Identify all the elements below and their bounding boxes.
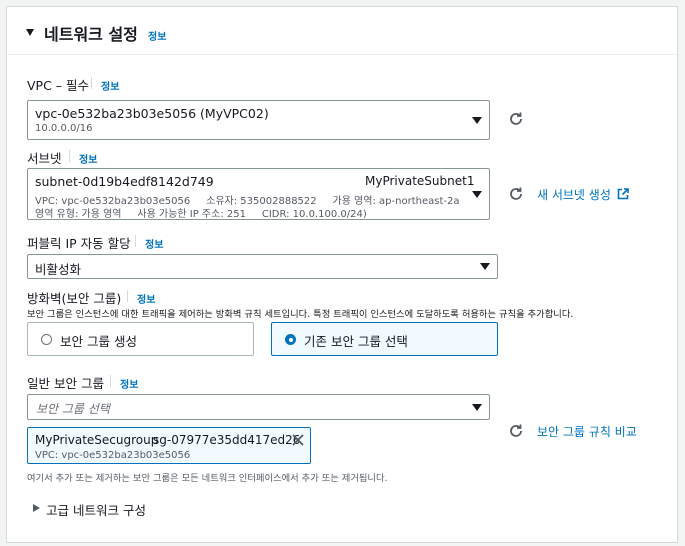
caret-right-icon[interactable] — [33, 504, 40, 512]
external-link-icon — [617, 188, 629, 200]
security-group-placeholder: 보안 그룹 선택 — [36, 402, 110, 416]
common-sg-info-link[interactable]: 정보 — [120, 376, 138, 391]
subnet-details-line3: 영역 유형: 가용 영역 사용 가능한 IP 주소: 251 CIDR: 10.… — [35, 209, 367, 220]
common-sg-info-separator — [110, 375, 111, 387]
public-ip-info-link[interactable]: 정보 — [145, 236, 163, 251]
radio-selected-icon[interactable] — [285, 334, 296, 345]
token-sg-id: sg-07977e35dd417ed26 — [153, 433, 301, 447]
create-subnet-link[interactable]: 새 서브넷 생성 — [537, 186, 611, 203]
subnet-name: MyPrivateSubnet1 — [365, 174, 475, 188]
caret-down-icon — [480, 263, 490, 270]
token-sg-name: MyPrivateSecugroup — [35, 433, 159, 447]
option-create-security-group[interactable]: 보안 그룹 생성 — [27, 322, 254, 356]
vpc-info-separator — [91, 77, 92, 89]
option-existing-security-group[interactable]: 기존 보안 그룹 선택 — [271, 322, 498, 356]
refresh-icon[interactable] — [508, 186, 524, 202]
vpc-cidr: 10.0.0.0/16 — [35, 123, 93, 134]
vpc-selected-value: vpc-0e532ba23b03e5056 (MyVPC02) — [35, 106, 269, 121]
network-settings-panel: 네트워크 설정 정보 VPC – 필수 정보 vpc-0e532ba23b03e… — [6, 6, 678, 543]
common-sg-label: 일반 보안 그룹 — [27, 376, 104, 391]
radio-unselected-icon[interactable] — [41, 334, 52, 345]
firewall-label: 방화벽(보안 그룹) — [27, 291, 122, 306]
caret-down-icon — [472, 404, 482, 411]
token-sg-vpc: VPC: vpc-0e532ba23b03e5056 — [35, 450, 191, 461]
subnet-info-link[interactable]: 정보 — [79, 151, 97, 166]
header-divider — [7, 54, 677, 55]
subnet-label: 서브넷 — [27, 151, 62, 166]
firewall-description: 보안 그룹은 인스턴스에 대한 트래픽을 제어하는 방화벽 규칙 세트입니다. … — [27, 309, 574, 320]
caret-down-icon — [472, 117, 482, 124]
advanced-network-config-toggle[interactable]: 고급 네트워크 구성 — [46, 500, 146, 519]
firewall-info-link[interactable]: 정보 — [137, 291, 155, 306]
public-ip-label: 퍼블릭 IP 자동 할당 — [27, 236, 131, 251]
vpc-label: VPC – 필수 — [27, 78, 90, 93]
section-info-link[interactable]: 정보 — [148, 28, 166, 43]
security-group-select[interactable]: 보안 그룹 선택 — [27, 394, 490, 420]
refresh-icon[interactable] — [508, 423, 524, 439]
sg-note: 여기서 추가 또는 제거하는 보안 그룹은 모든 네트워크 인터페이스에서 추가… — [27, 473, 388, 484]
subnet-select[interactable]: subnet-0d19b4edf8142d749 MyPrivateSubnet… — [27, 168, 490, 220]
refresh-icon[interactable] — [508, 111, 524, 127]
close-icon[interactable] — [292, 434, 304, 446]
option-existing-label: 기존 보안 그룹 선택 — [304, 334, 408, 349]
subnet-info-separator — [69, 150, 70, 162]
section-collapse-icon[interactable] — [26, 29, 34, 36]
vpc-info-link[interactable]: 정보 — [101, 78, 119, 93]
security-group-token: MyPrivateSecugroup sg-07977e35dd417ed26 … — [27, 427, 311, 464]
public-ip-selected-value: 비활성화 — [35, 262, 82, 277]
vpc-select[interactable]: vpc-0e532ba23b03e5056 (MyVPC02) 10.0.0.0… — [27, 100, 490, 140]
public-ip-info-separator — [135, 235, 136, 247]
public-ip-select[interactable]: 비활성화 — [27, 254, 498, 279]
caret-down-icon — [472, 191, 482, 198]
firewall-info-separator — [127, 290, 128, 302]
option-create-label: 보안 그룹 생성 — [60, 334, 137, 349]
section-title[interactable]: 네트워크 설정 — [44, 21, 138, 45]
subnet-id: subnet-0d19b4edf8142d749 — [35, 174, 214, 189]
compare-sg-rules-link[interactable]: 보안 그룹 규칙 비교 — [537, 423, 637, 440]
radio-dot — [288, 337, 293, 342]
